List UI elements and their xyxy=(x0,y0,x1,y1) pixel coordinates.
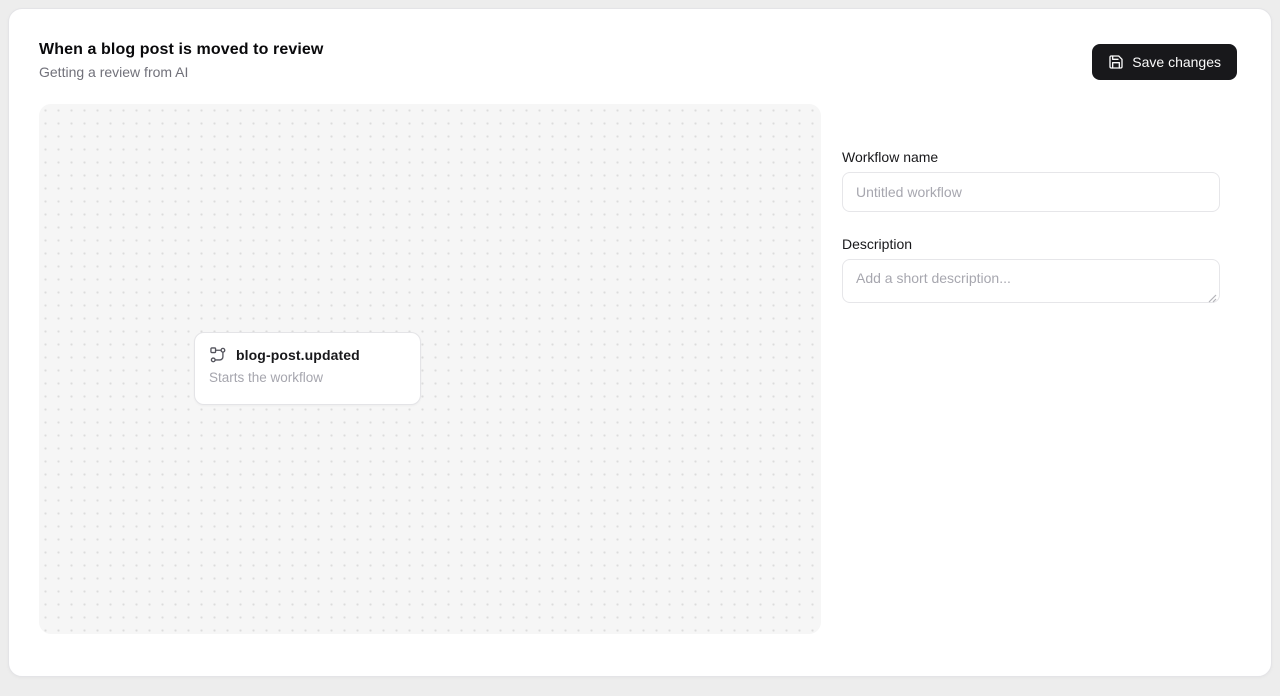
trigger-node-header: blog-post.updated xyxy=(209,346,406,363)
trigger-node-card[interactable]: blog-post.updated Starts the workflow xyxy=(194,332,421,405)
trigger-node-title: blog-post.updated xyxy=(236,347,360,363)
workflow-canvas[interactable]: blog-post.updated Starts the workflow xyxy=(39,104,821,634)
save-button-label: Save changes xyxy=(1132,54,1221,70)
description-field-group: Description xyxy=(842,236,1220,303)
workflow-name-field-group: Workflow name xyxy=(842,149,1220,212)
save-changes-button[interactable]: Save changes xyxy=(1092,44,1237,80)
page-subtitle: Getting a review from AI xyxy=(39,64,323,80)
save-icon xyxy=(1108,54,1124,70)
page-header: When a blog post is moved to review Gett… xyxy=(39,41,323,80)
workflow-name-label: Workflow name xyxy=(842,149,1220,165)
description-label: Description xyxy=(842,236,1220,252)
workflow-settings-panel: Workflow name Description xyxy=(842,149,1220,303)
workflow-trigger-icon xyxy=(209,346,226,363)
app-window: When a blog post is moved to review Gett… xyxy=(8,8,1272,677)
page-title: When a blog post is moved to review xyxy=(39,41,323,59)
description-textarea-wrap xyxy=(842,259,1220,303)
workflow-name-input[interactable] xyxy=(842,172,1220,212)
trigger-node-subtitle: Starts the workflow xyxy=(209,370,406,385)
description-textarea[interactable] xyxy=(842,259,1220,303)
